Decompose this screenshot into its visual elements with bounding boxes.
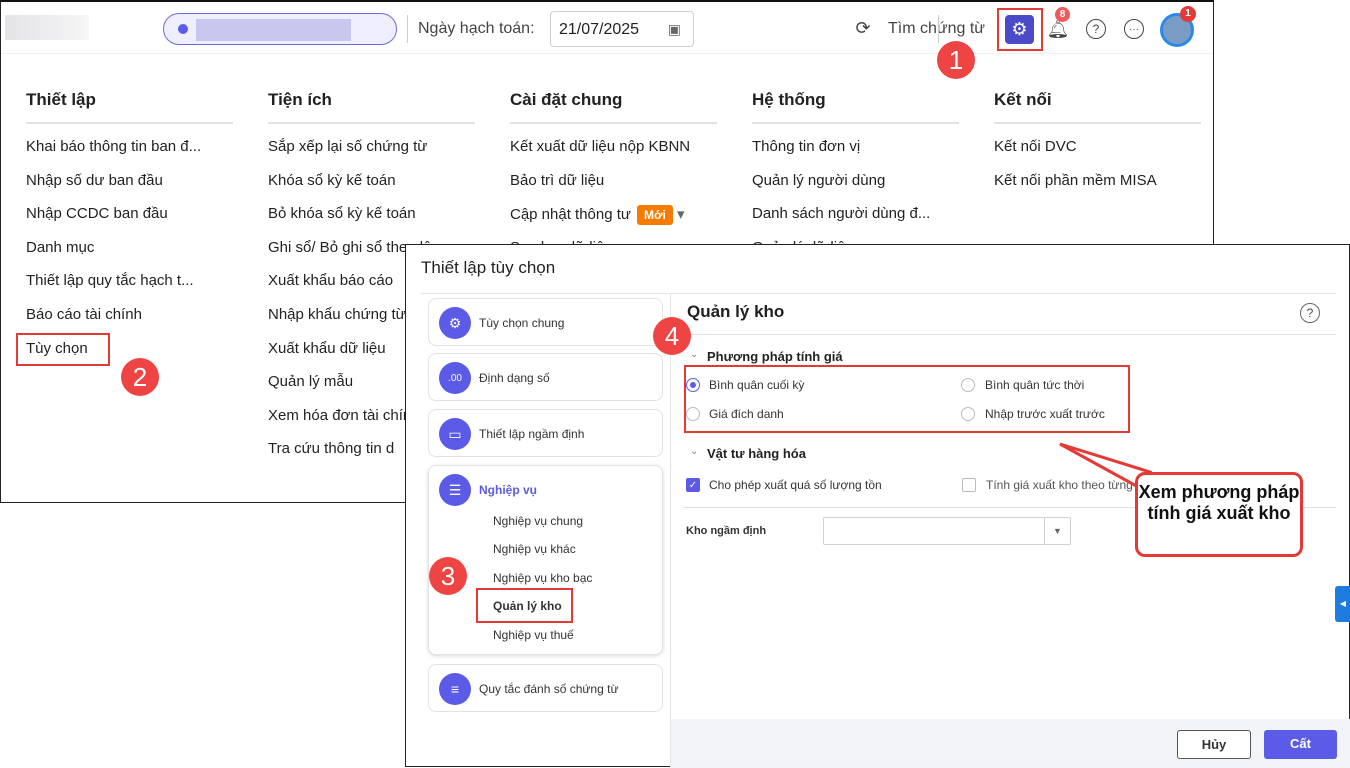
- callout-pointer: [1059, 442, 1153, 490]
- callout-box: Xem phương pháp tính giá xuất kho: [1135, 472, 1303, 557]
